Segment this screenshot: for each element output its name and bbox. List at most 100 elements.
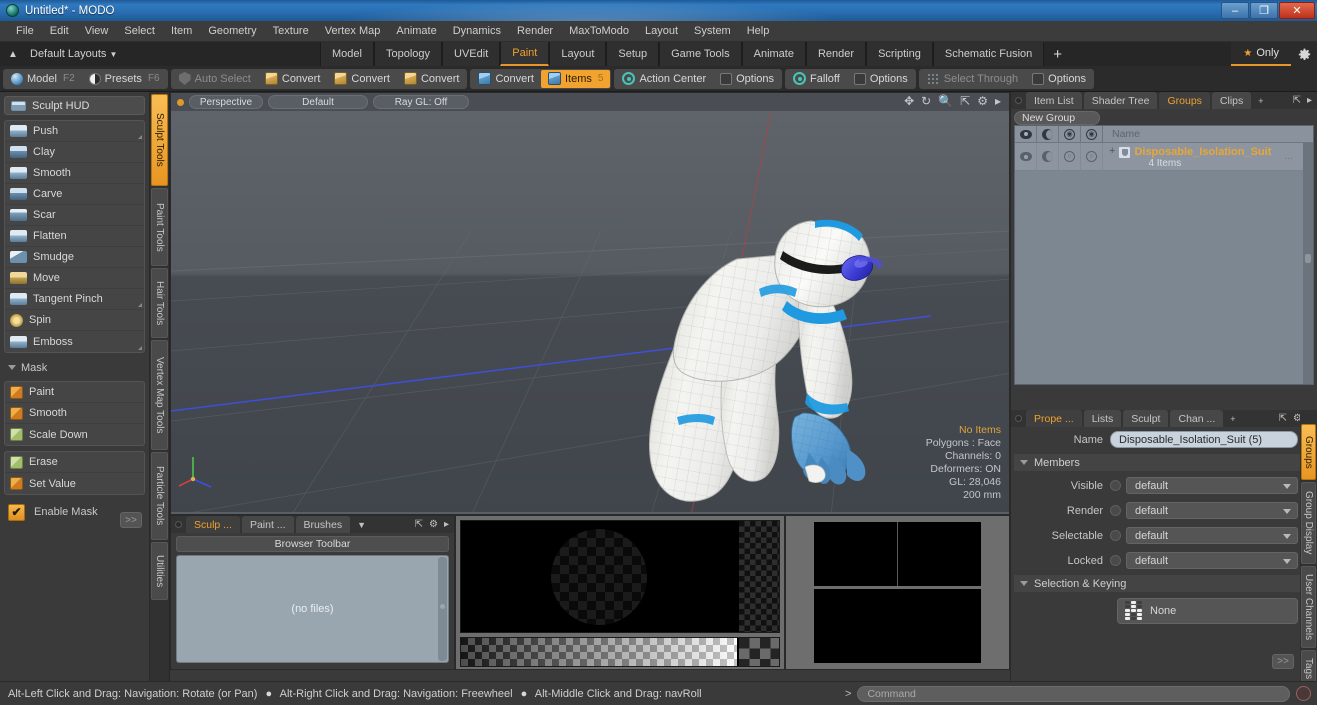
settings-icon[interactable]: ⚙	[977, 95, 988, 107]
add-tab-button[interactable]: +	[1044, 42, 1072, 66]
vtab-groups[interactable]: Groups	[1301, 424, 1316, 480]
tool-push[interactable]: Push	[5, 121, 144, 142]
viewport-raygl-toggle[interactable]: Ray GL: Off	[373, 95, 469, 109]
gear-icon[interactable]: ⚙	[429, 519, 438, 530]
selection-keying-section-header[interactable]: Selection & Keying	[1014, 575, 1315, 592]
falloff-options-button[interactable]: Options	[847, 70, 915, 88]
properties-menu-dot[interactable]	[1015, 415, 1022, 422]
convert-items-button[interactable]: Convert	[471, 70, 541, 88]
left-panel-expand-button[interactable]: >>	[120, 512, 142, 528]
menu-item-render[interactable]: Render	[509, 23, 561, 39]
tool-tangent-pinch[interactable]: Tangent Pinch	[5, 289, 144, 310]
table-row[interactable]: ○ ○ + Disposable_Isolation_Suit 4 Items …	[1015, 143, 1313, 171]
menu-item-dynamics[interactable]: Dynamics	[445, 23, 509, 39]
minimize-button[interactable]: –	[1221, 2, 1249, 19]
viewport-projection-selector[interactable]: Perspective	[189, 95, 263, 109]
record-icon[interactable]	[1296, 686, 1311, 701]
preview-bottom-area[interactable]	[814, 589, 981, 663]
texture-gradient-preview[interactable]	[460, 637, 780, 667]
gradient-ramp[interactable]	[461, 638, 737, 666]
zoom-icon[interactable]: 🔍	[938, 95, 953, 107]
tab-animate[interactable]: Animate	[741, 42, 806, 66]
menu-item-edit[interactable]: Edit	[42, 23, 77, 39]
locked-knob-icon[interactable]	[1110, 555, 1121, 566]
items-mode-button[interactable]: Items 5	[541, 69, 611, 88]
tool-spin[interactable]: Spin	[5, 310, 144, 331]
home-arrow-icon[interactable]: ▲	[6, 47, 20, 61]
row-name-cell[interactable]: + Disposable_Isolation_Suit 4 Items	[1103, 144, 1313, 170]
menu-item-geometry[interactable]: Geometry	[200, 23, 264, 39]
browser-toolbar[interactable]: Browser Toolbar	[176, 536, 449, 552]
mask-tool-erase[interactable]: Erase	[5, 452, 144, 473]
menu-item-texture[interactable]: Texture	[265, 23, 317, 39]
viewport-style-selector[interactable]: Default	[268, 95, 368, 109]
preview-top-row[interactable]	[814, 522, 981, 586]
members-section-header[interactable]: Members	[1014, 454, 1315, 471]
menu-item-maxtomodo[interactable]: MaxToModo	[561, 23, 637, 39]
tab-uvedit[interactable]: UVEdit	[442, 42, 501, 66]
tab-clips[interactable]: Clips	[1211, 92, 1252, 109]
tab-render[interactable]: Render	[805, 42, 867, 66]
maximize-button[interactable]: ❐	[1250, 2, 1278, 19]
add-properties-tab-button[interactable]: +	[1225, 410, 1240, 427]
tool-smudge[interactable]: Smudge	[5, 247, 144, 268]
expand-icon[interactable]: ⇱	[1279, 413, 1287, 424]
mask-tool-paint[interactable]: Paint	[5, 382, 144, 403]
row-render-alt-toggle[interactable]: ○	[1081, 143, 1103, 170]
only-toggle[interactable]: ★ Only	[1231, 42, 1291, 66]
menu-item-select[interactable]: Select	[116, 23, 163, 39]
viewport-canvas[interactable]: No Items Polygons : Face Channels: 0 Def…	[171, 111, 1009, 514]
locked-dropdown[interactable]: default	[1126, 552, 1298, 569]
browser-panel-menu-dot[interactable]	[175, 521, 182, 528]
vtab-particle-tools[interactable]: Particle Tools	[151, 452, 168, 540]
name-field[interactable]: Disposable_Isolation_Suit (5)	[1110, 431, 1298, 448]
tab-model[interactable]: Model	[320, 42, 374, 66]
default-layouts-label[interactable]: Default Layouts ▼	[30, 48, 117, 60]
secondary-preview-panel[interactable]	[785, 515, 1010, 670]
tab-layout[interactable]: Layout	[549, 42, 607, 66]
more-icon[interactable]: ▸	[444, 519, 449, 530]
close-button[interactable]: ✕	[1279, 2, 1315, 19]
tab-schematic-fusion[interactable]: Schematic Fusion	[932, 42, 1045, 66]
rotate-icon[interactable]: ↻	[921, 95, 931, 107]
row-render-toggle[interactable]: ○	[1059, 143, 1081, 170]
render-dropdown[interactable]: default	[1126, 502, 1298, 519]
tool-move[interactable]: Move	[5, 268, 144, 289]
selectable-knob-icon[interactable]	[1110, 530, 1121, 541]
more-icon[interactable]: ▸	[995, 95, 1001, 107]
menu-item-help[interactable]: Help	[739, 23, 778, 39]
menu-item-vertex-map[interactable]: Vertex Map	[317, 23, 389, 39]
convert-polygon-button[interactable]: Convert	[397, 70, 467, 88]
expand-icon[interactable]: ⇱	[415, 519, 423, 530]
falloff-button[interactable]: Falloff	[786, 70, 847, 88]
menu-item-system[interactable]: System	[686, 23, 739, 39]
selectable-dropdown[interactable]: default	[1126, 527, 1298, 544]
auto-select-button[interactable]: Auto Select	[172, 70, 258, 88]
menu-item-file[interactable]: File	[8, 23, 42, 39]
menu-item-animate[interactable]: Animate	[388, 23, 444, 39]
vtab-user-channels[interactable]: User Channels	[1301, 566, 1316, 648]
tab-sculpt[interactable]: Sculpt	[1123, 410, 1169, 427]
vtab-paint-tools[interactable]: Paint Tools	[151, 188, 168, 266]
brush-alpha-strip[interactable]	[737, 521, 779, 632]
select-through-button[interactable]: Select Through	[920, 70, 1025, 88]
vtab-utilities[interactable]: Utilities	[151, 542, 168, 600]
keying-selector[interactable]: None	[1117, 597, 1298, 624]
menu-item-view[interactable]: View	[77, 23, 117, 39]
browser-tab-sculpt[interactable]: Sculp ...	[186, 516, 240, 533]
expand-icon[interactable]: ⇱	[1293, 95, 1301, 106]
texture-main-preview[interactable]	[460, 520, 780, 633]
mask-tool-smooth[interactable]: Smooth	[5, 403, 144, 424]
tab-scripting[interactable]: Scripting	[866, 42, 933, 66]
gear-icon[interactable]	[1291, 42, 1317, 66]
tool-scar[interactable]: Scar	[5, 205, 144, 226]
tab-lists[interactable]: Lists	[1083, 410, 1122, 427]
brush-alpha-preview[interactable]	[461, 521, 737, 632]
vtab-vertex-map-tools[interactable]: Vertex Map Tools	[151, 340, 168, 450]
texture-preview-panel[interactable]	[455, 515, 785, 670]
row-shading-toggle[interactable]	[1037, 143, 1059, 170]
select-through-options-button[interactable]: Options	[1025, 70, 1093, 88]
browser-tab-paint[interactable]: Paint ...	[241, 516, 294, 533]
tool-carve[interactable]: Carve	[5, 184, 144, 205]
mask-section-header[interactable]: Mask	[4, 359, 145, 376]
